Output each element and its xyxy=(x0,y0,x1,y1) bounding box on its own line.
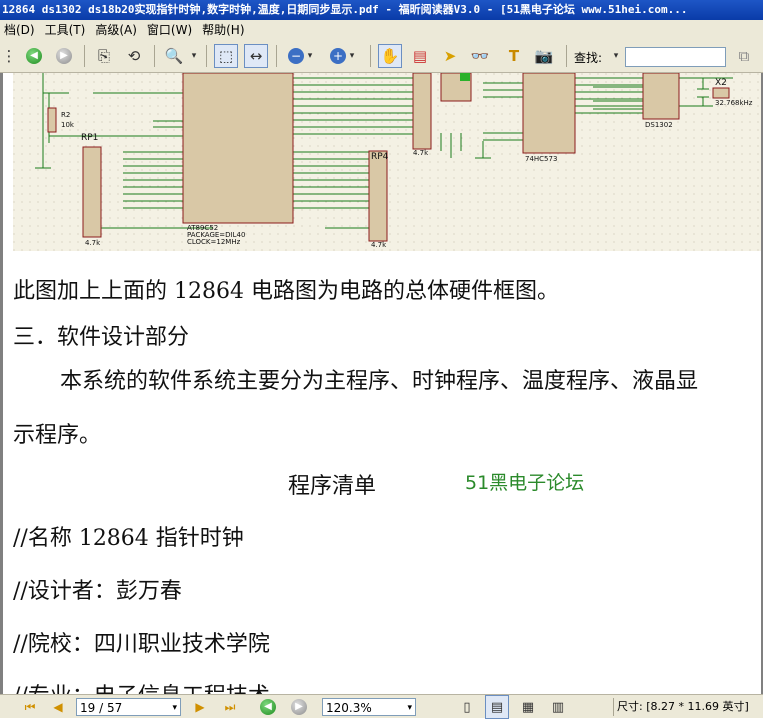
fit-width-icon[interactable]: ↔ xyxy=(244,44,268,68)
page-number-field[interactable]: 19 / 57 ▾ xyxy=(76,698,181,716)
next-page-icon[interactable]: ▶ xyxy=(188,695,212,719)
rp-top-value: 4.7k xyxy=(413,149,429,157)
menu-document[interactable]: 档(D) xyxy=(0,20,41,40)
latch-label: 74HC573 xyxy=(525,155,557,163)
rp4-value: 4.7k xyxy=(371,241,387,249)
find-binoculars-icon[interactable]: 👓 xyxy=(468,44,492,68)
select-text-icon[interactable]: ▤ xyxy=(408,44,432,68)
snapshot-icon[interactable]: 📷 xyxy=(532,44,556,68)
toolbar: ⋮ ◀ ▶ ⎘ ⟲ 🔍 ▾ ⬚ ↔ − ▾ + ▾ ✋ ▤ ➤ 👓 T 📷 查找… xyxy=(0,40,763,73)
menu-tools[interactable]: 工具(T) xyxy=(41,20,92,40)
chevron-down-icon[interactable]: ▾ xyxy=(346,44,358,68)
menu-help[interactable]: 帮助(H) xyxy=(198,20,250,40)
code-comment-school: //院校：四川职业技术学院 xyxy=(13,632,270,657)
doc-paragraph-2-cont: 示程序。 xyxy=(13,423,102,448)
page-size: 尺寸: [8.27 * 11.69 英寸] xyxy=(613,698,763,716)
back-icon[interactable]: ◀ xyxy=(260,699,276,715)
fit-page-icon[interactable]: ⬚ xyxy=(214,44,238,68)
forward-icon[interactable]: ▶ xyxy=(56,48,72,64)
doc-paragraph-2: 本系统的软件系统主要分为主程序、时钟程序、温度程序、液晶显 xyxy=(60,369,699,394)
code-comment-name: //名称 12864 指针时钟 xyxy=(13,526,244,551)
r2-label: R2 xyxy=(61,111,70,119)
r2-value: 10k xyxy=(61,121,75,129)
zoom-field[interactable]: 120.3% ▾ xyxy=(322,698,416,716)
rp1-label: RP1 xyxy=(81,133,98,143)
search-label: 查找: xyxy=(574,51,603,65)
zoom-in-tool-icon[interactable]: 🔍 xyxy=(162,44,186,68)
rp4-label: RP4 xyxy=(371,152,389,162)
first-page-icon[interactable]: ⏮ xyxy=(18,695,42,719)
page-number: 19 / 57 xyxy=(80,701,123,715)
pdf-page: R2 10k RP1 4.7k RP4 4.7k 4.7k AT89C52 PA… xyxy=(3,73,761,694)
pointer-icon[interactable]: ➤ xyxy=(438,44,462,68)
copy-page-icon[interactable]: ⎘ xyxy=(92,44,116,68)
facing-page-icon[interactable]: ▦ xyxy=(516,695,540,719)
forward-icon[interactable]: ▶ xyxy=(291,699,307,715)
typewriter-icon[interactable]: T xyxy=(502,44,526,68)
search-go-icon[interactable]: ⧉ xyxy=(732,44,756,68)
continuous-facing-icon[interactable]: ▥ xyxy=(546,695,570,719)
zoom-value: 120.3% xyxy=(326,701,372,715)
rotate-page-icon[interactable]: ⟲ xyxy=(122,44,146,68)
window-title: 12864 ds1302 ds18b20实现指针时钟,数字时钟,温度,日期同步显… xyxy=(2,3,688,16)
x2-label: X2 xyxy=(715,78,727,88)
menu-advanced[interactable]: 高级(A) xyxy=(91,20,143,40)
doc-section-heading: 三．软件设计部分 xyxy=(13,325,190,350)
last-page-icon[interactable]: ⏭ xyxy=(218,695,242,719)
search-input[interactable] xyxy=(625,47,726,67)
menu-window[interactable]: 窗口(W) xyxy=(143,20,198,40)
chevron-down-icon[interactable]: ▾ xyxy=(188,44,200,68)
rtc-label: DS1302 xyxy=(645,121,673,129)
rp1-value: 4.7k xyxy=(85,239,101,247)
crystal-label: 32.768kHz xyxy=(715,99,753,107)
circuit-diagram: R2 10k RP1 4.7k RP4 4.7k 4.7k AT89C52 PA… xyxy=(13,73,761,251)
code-comment-major: //专业：电子信息工程技术 xyxy=(13,678,270,694)
doc-paragraph-1: 此图加上上面的 12864 电路图为电路的总体硬件框图。 xyxy=(13,279,559,304)
menu-bar: 档(D) 工具(T) 高级(A) 窗口(W) 帮助(H) xyxy=(0,20,763,40)
program-list-title: 程序清单 xyxy=(288,474,377,499)
chevron-down-icon[interactable]: ▾ xyxy=(610,44,622,68)
forum-watermark: 51黑电子论坛 xyxy=(465,472,585,494)
continuous-page-icon[interactable]: ▤ xyxy=(485,695,509,719)
single-page-icon[interactable]: ▯ xyxy=(455,695,479,719)
chevron-down-icon[interactable]: ▾ xyxy=(304,44,316,68)
back-icon[interactable]: ◀ xyxy=(26,48,42,64)
window-title-bar: 12864 ds1302 ds18b20实现指针时钟,数字时钟,温度,日期同步显… xyxy=(0,0,763,20)
status-bar: ⏮ ◀ 19 / 57 ▾ ▶ ⏭ ◀ ▶ 120.3% ▾ ▯ ▤ ▦ ▥ 尺寸:… xyxy=(0,694,763,719)
prev-page-icon[interactable]: ◀ xyxy=(46,695,70,719)
grip-icon: ⋮ xyxy=(1,47,17,65)
code-comment-designer: //设计者：彭万春 xyxy=(13,579,182,604)
mcu-clock: CLOCK=12MHz xyxy=(187,238,241,246)
document-viewer[interactable]: R2 10k RP1 4.7k RP4 4.7k 4.7k AT89C52 PA… xyxy=(0,73,763,694)
hand-tool-icon[interactable]: ✋ xyxy=(378,44,402,68)
